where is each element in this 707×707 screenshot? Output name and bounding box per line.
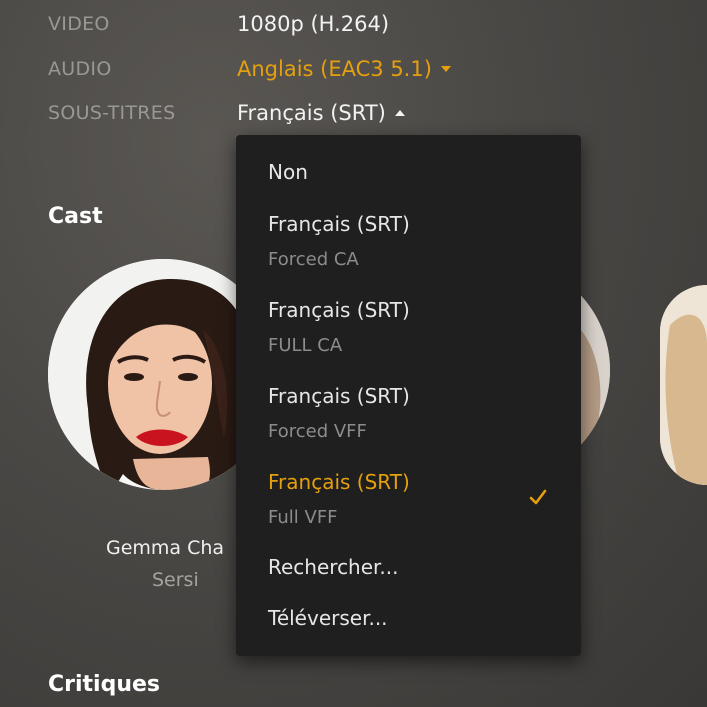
cast-role: Sersi — [152, 569, 199, 591]
menu-item-label: Français (SRT) — [268, 384, 410, 408]
subtitles-label: SOUS-TITRES — [48, 102, 176, 124]
menu-item-label: Français (SRT) — [268, 298, 410, 322]
caret-up-icon — [394, 110, 405, 116]
menu-item-sublabel: Full VFF — [268, 507, 338, 528]
video-label: VIDEO — [48, 13, 110, 35]
cast-avatar-3[interactable] — [660, 285, 707, 485]
cast-title: Cast — [48, 204, 103, 229]
menu-item-none[interactable]: Non — [268, 160, 308, 184]
menu-item-sublabel: Forced VFF — [268, 421, 367, 442]
reviews-title: Critiques — [48, 672, 161, 697]
menu-item-sublabel: Forced CA — [268, 249, 359, 270]
subtitles-dropdown-menu: Non Français (SRT) Forced CA Français (S… — [236, 135, 581, 656]
menu-item-label: Français (SRT) — [268, 470, 410, 494]
portrait-image — [660, 285, 707, 485]
audio-label: AUDIO — [48, 58, 112, 80]
menu-item-label: Français (SRT) — [268, 212, 410, 236]
menu-item-sublabel: FULL CA — [268, 335, 343, 356]
subtitles-selector[interactable]: Français (SRT) — [237, 101, 405, 125]
audio-selector[interactable]: Anglais (EAC3 5.1) — [237, 57, 451, 81]
caret-down-icon — [440, 66, 451, 72]
video-value: 1080p (H.264) — [237, 12, 390, 36]
cast-name: Gemma Cha — [106, 537, 225, 559]
subtitles-value: Français (SRT) — [237, 101, 386, 125]
audio-value: Anglais (EAC3 5.1) — [237, 57, 432, 81]
menu-item-search[interactable]: Rechercher... — [268, 555, 399, 579]
checkmark-icon — [529, 489, 547, 505]
menu-item-upload[interactable]: Téléverser... — [268, 606, 388, 630]
